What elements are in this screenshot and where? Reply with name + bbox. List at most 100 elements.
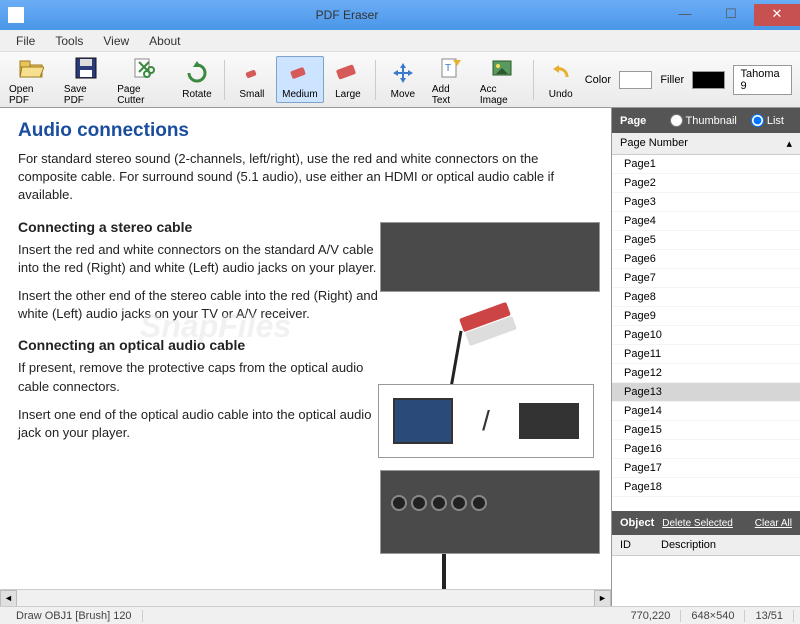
page-list-row[interactable]: Page17 xyxy=(612,459,800,478)
eraser-medium-button[interactable]: Medium xyxy=(276,56,324,103)
font-selector[interactable]: Tahoma 9 xyxy=(733,65,792,95)
doc-paragraph: Insert the other end of the stereo cable… xyxy=(18,287,378,323)
page-cutter-button[interactable]: Page Cutter xyxy=(112,51,173,109)
menu-tools[interactable]: Tools xyxy=(45,34,93,48)
page-list-row[interactable]: Page8 xyxy=(612,288,800,307)
doc-heading: Audio connections xyxy=(18,120,593,142)
eraser-small-label: Small xyxy=(239,89,264,100)
page-list-row[interactable]: Page9 xyxy=(612,307,800,326)
thumbnail-label: Thumbnail xyxy=(686,115,737,127)
optical-cable-diagram xyxy=(442,554,446,594)
open-pdf-label: Open PDF xyxy=(9,84,54,106)
status-draw: Draw OBJ1 [Brush] 120 xyxy=(6,610,143,622)
status-coords: 770,220 xyxy=(621,610,682,622)
close-button[interactable]: ✕ xyxy=(754,4,800,26)
rotate-icon xyxy=(183,59,211,87)
page-cutter-label: Page Cutter xyxy=(117,84,168,106)
statusbar: Draw OBJ1 [Brush] 120 770,220 648×540 13… xyxy=(0,606,800,624)
tv-receiver-diagram: / xyxy=(378,384,594,458)
save-pdf-label: Save PDF xyxy=(64,84,107,106)
page-header-title: Page xyxy=(620,115,664,127)
add-image-button[interactable]: Acc Image xyxy=(475,51,530,109)
toolbar-separator xyxy=(375,60,376,100)
doc-paragraph: Insert one end of the optical audio cabl… xyxy=(18,406,378,442)
object-list[interactable] xyxy=(612,556,800,606)
document-pane[interactable]: Audio connections For standard stereo so… xyxy=(0,108,612,606)
device-back-diagram xyxy=(380,470,600,554)
object-id-column: ID xyxy=(620,539,631,551)
doc-paragraph: If present, remove the protective caps f… xyxy=(18,359,378,395)
page-list-row[interactable]: Page4 xyxy=(612,212,800,231)
scissors-icon xyxy=(129,54,157,82)
move-icon xyxy=(389,59,417,87)
menu-view[interactable]: View xyxy=(93,34,139,48)
move-button[interactable]: Move xyxy=(379,56,427,103)
page-number-column: Page Number xyxy=(620,137,688,150)
thumbnail-radio[interactable] xyxy=(670,114,683,127)
list-radio[interactable] xyxy=(751,114,764,127)
eraser-medium-icon xyxy=(286,59,314,87)
toolbar-right: Color Filler Tahoma 9 xyxy=(585,65,796,95)
move-label: Move xyxy=(391,89,415,100)
window-title: PDF Eraser xyxy=(32,8,662,22)
delete-selected-link[interactable]: Delete Selected xyxy=(662,518,733,529)
menu-file[interactable]: File xyxy=(6,34,45,48)
page-list-row[interactable]: Page15 xyxy=(612,421,800,440)
undo-button[interactable]: Undo xyxy=(537,56,585,103)
undo-icon xyxy=(547,59,575,87)
side-panel: Page Thumbnail List Page Number ▴ Page1P… xyxy=(612,108,800,606)
page-list-row[interactable]: Page7 xyxy=(612,269,800,288)
doc-paragraph: For standard stereo sound (2-channels, l… xyxy=(18,150,593,205)
page-list-row[interactable]: Page16 xyxy=(612,440,800,459)
page-list-row[interactable]: Page12 xyxy=(612,364,800,383)
scroll-left-arrow[interactable]: ◄ xyxy=(0,590,17,606)
page-list-row[interactable]: Page3 xyxy=(612,193,800,212)
list-label: List xyxy=(767,115,784,127)
device-diagram xyxy=(380,222,600,292)
toolbar-separator xyxy=(533,60,534,100)
page-list-row[interactable]: Page5 xyxy=(612,231,800,250)
save-pdf-button[interactable]: Save PDF xyxy=(59,51,112,109)
color-label: Color xyxy=(585,74,611,86)
object-column-header: ID Description xyxy=(612,535,800,556)
horizontal-scrollbar[interactable]: ◄ ► xyxy=(0,589,611,606)
svg-text:T: T xyxy=(445,63,451,74)
add-text-icon: T xyxy=(437,54,465,82)
app-icon xyxy=(8,7,24,23)
rotate-button[interactable]: Rotate xyxy=(173,56,221,103)
menubar: File Tools View About xyxy=(0,30,800,52)
eraser-small-button[interactable]: Small xyxy=(228,56,276,103)
page-list-row[interactable]: Page10 xyxy=(612,326,800,345)
status-page: 13/51 xyxy=(745,610,794,622)
object-header-title: Object xyxy=(620,517,654,529)
titlebar: PDF Eraser — ☐ ✕ xyxy=(0,0,800,30)
page-list-row[interactable]: Page14 xyxy=(612,402,800,421)
color-swatch[interactable] xyxy=(619,71,652,89)
open-folder-icon xyxy=(17,54,45,82)
page-list[interactable]: Page1Page2Page3Page4Page5Page6Page7Page8… xyxy=(612,155,800,511)
object-desc-column: Description xyxy=(661,539,716,551)
page-panel-header: Page Thumbnail List xyxy=(612,108,800,133)
filler-swatch[interactable] xyxy=(692,71,725,89)
maximize-button[interactable]: ☐ xyxy=(708,4,754,26)
menu-about[interactable]: About xyxy=(139,34,190,48)
eraser-medium-label: Medium xyxy=(282,89,318,100)
sort-up-icon[interactable]: ▴ xyxy=(786,137,792,150)
minimize-button[interactable]: — xyxy=(662,4,708,26)
doc-paragraph: Insert the red and white connectors on t… xyxy=(18,241,378,277)
page-list-row[interactable]: Page2 xyxy=(612,174,800,193)
page-list-row[interactable]: Page18 xyxy=(612,478,800,497)
page-list-row[interactable]: Page1 xyxy=(612,155,800,174)
eraser-large-button[interactable]: Large xyxy=(324,56,372,103)
page-list-row[interactable]: Page11 xyxy=(612,345,800,364)
clear-all-link[interactable]: Clear All xyxy=(755,518,792,529)
scroll-right-arrow[interactable]: ► xyxy=(594,590,611,606)
scroll-track[interactable] xyxy=(17,590,594,606)
page-list-row[interactable]: Page6 xyxy=(612,250,800,269)
page-list-row[interactable]: Page13 xyxy=(612,383,800,402)
add-text-button[interactable]: T Add Text xyxy=(427,51,475,109)
undo-label: Undo xyxy=(549,89,573,100)
object-panel-header: Object Delete Selected Clear All xyxy=(612,511,800,535)
filler-label: Filler xyxy=(660,74,684,86)
open-pdf-button[interactable]: Open PDF xyxy=(4,51,59,109)
